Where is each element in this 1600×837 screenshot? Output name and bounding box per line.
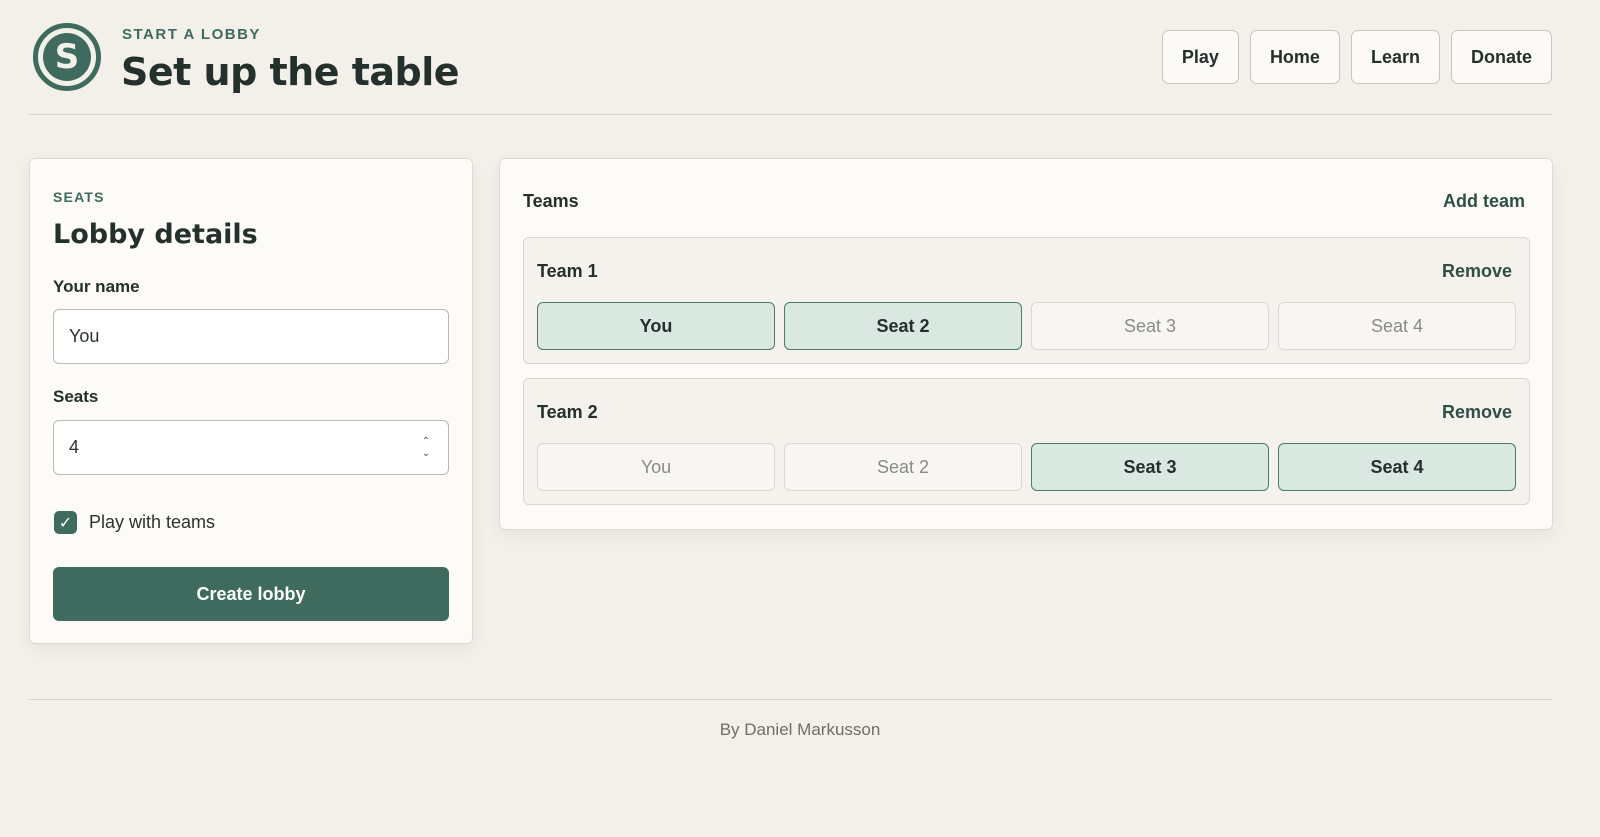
remove-team-button[interactable]: Remove — [1442, 261, 1512, 282]
teams-title: Teams — [523, 191, 579, 211]
team-name: Team 2 — [537, 402, 598, 422]
seats-number-input[interactable]: 4 ⌃ ⌄ — [53, 420, 449, 475]
seat-list: You Seat 2 Seat 3 Seat 4 — [537, 443, 1516, 491]
nav-learn-button[interactable]: Learn — [1350, 30, 1440, 84]
teams-checkbox-row[interactable]: ✓ Play with teams — [54, 511, 215, 534]
seat-toggle[interactable]: Seat 4 — [1278, 302, 1516, 350]
teams-card: Teams Add team Team 1 Remove You Seat 2 … — [499, 158, 1553, 530]
teams-checkbox[interactable]: ✓ — [54, 511, 77, 534]
teams-checkbox-label[interactable]: Play with teams — [89, 512, 215, 533]
seat-list: You Seat 2 Seat 3 Seat 4 — [537, 302, 1516, 350]
name-input-value: You — [69, 326, 100, 346]
remove-team-button[interactable]: Remove — [1442, 402, 1512, 423]
lobby-details-card: SEATS Lobby details Your name You Seats … — [29, 158, 473, 644]
team-name: Team 1 — [537, 261, 598, 281]
team-panel: Team 1 Remove You Seat 2 Seat 3 Seat 4 — [523, 237, 1530, 364]
seat-toggle[interactable]: Seat 4 — [1278, 443, 1516, 491]
seat-toggle[interactable]: Seat 3 — [1031, 443, 1269, 491]
chevron-up-icon[interactable]: ⌃ — [422, 437, 430, 447]
page-kicker: START A LOBBY — [122, 26, 261, 43]
nav-home-button[interactable]: Home — [1249, 30, 1340, 84]
footer-divider — [29, 699, 1552, 700]
logo-icon[interactable]: S — [33, 23, 101, 91]
card-eyebrow: SEATS — [53, 189, 105, 205]
team-panel: Team 2 Remove You Seat 2 Seat 3 Seat 4 — [523, 378, 1530, 505]
seats-label: Seats — [53, 387, 99, 406]
chevron-down-icon[interactable]: ⌄ — [422, 449, 430, 459]
logo-letter: S — [43, 33, 91, 81]
page-title: Set up the table — [121, 50, 460, 94]
nav-play-button[interactable]: Play — [1161, 30, 1239, 84]
card-title: Lobby details — [53, 219, 258, 250]
seat-toggle[interactable]: Seat 2 — [784, 443, 1022, 491]
seat-toggle[interactable]: You — [537, 302, 775, 350]
page-header: S START A LOBBY Set up the table Play Ho… — [29, 0, 1552, 115]
create-lobby-button[interactable]: Create lobby — [53, 567, 449, 621]
footer-credit: By Daniel Markusson — [719, 720, 881, 739]
seat-toggle[interactable]: Seat 2 — [784, 302, 1022, 350]
stepper-icon[interactable]: ⌃ ⌄ — [420, 437, 432, 459]
seat-toggle[interactable]: You — [537, 443, 775, 491]
add-team-button[interactable]: Add team — [1443, 191, 1525, 212]
seats-input-value: 4 — [69, 437, 80, 457]
name-label: Your name — [53, 277, 140, 296]
checkmark-icon: ✓ — [58, 514, 73, 532]
name-input[interactable]: You — [53, 309, 449, 364]
top-nav: Play Home Learn Donate — [1161, 30, 1552, 84]
seat-toggle[interactable]: Seat 3 — [1031, 302, 1269, 350]
nav-donate-button[interactable]: Donate — [1450, 30, 1552, 84]
